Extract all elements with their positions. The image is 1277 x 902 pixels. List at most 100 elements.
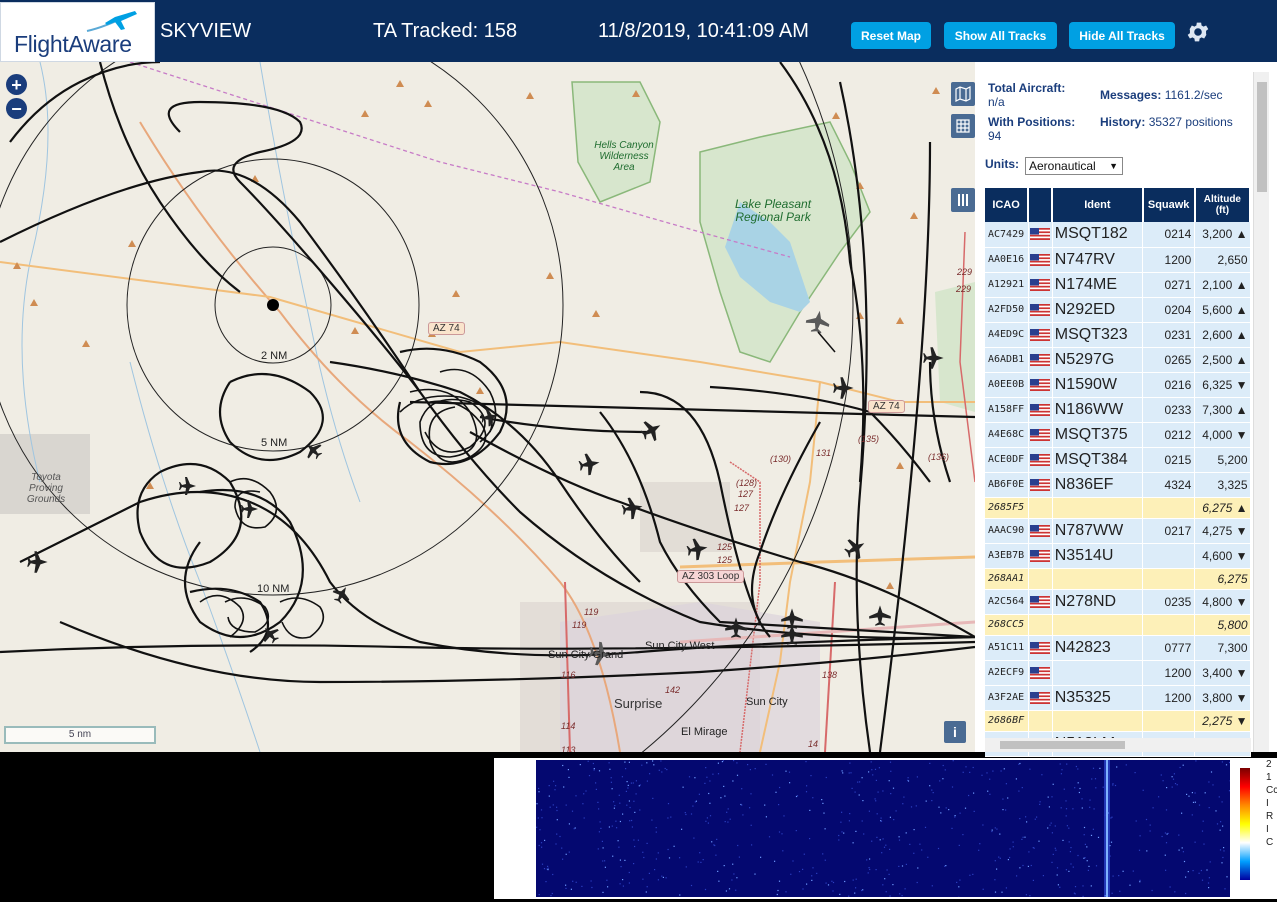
cell-icao: A2ECF9 (985, 660, 1028, 685)
shield-az74-east: AZ 74 (868, 400, 905, 413)
col-icao[interactable]: ICAO (985, 188, 1028, 222)
zoom-out-button[interactable]: − (6, 98, 27, 119)
shield-az303: AZ 303 Loop (677, 570, 744, 583)
table-row[interactable]: A3EB7BN3514U4,600 ▼ (985, 543, 1250, 568)
cell-squawk: 0231 (1143, 322, 1195, 347)
panel-vertical-scrollbar[interactable] (1253, 72, 1269, 752)
cell-icao: 2685F5 (985, 497, 1028, 518)
table-row[interactable]: 268AA16,275 (985, 568, 1250, 589)
us-flag-icon (1030, 525, 1050, 537)
us-flag-icon (1030, 692, 1050, 704)
col-squawk[interactable]: Squawk (1143, 188, 1195, 222)
table-row[interactable]: AAAC90N787WW02174,275 ▼ (985, 518, 1250, 543)
cell-squawk (1143, 543, 1195, 568)
cell-altitude: 5,800 (1195, 614, 1250, 635)
map-scale-bar: 5 nm (4, 726, 156, 744)
table-row[interactable]: 268CC5 5,800 (985, 614, 1250, 635)
table-row[interactable]: 2686BF2,275 ▼ (985, 710, 1250, 731)
scrollbar-thumb[interactable] (1257, 82, 1267, 192)
datetime: 11/8/2019, 10:41:09 AM (598, 20, 809, 43)
us-flag-icon (1030, 379, 1050, 391)
cell-ident: N292ED (1052, 297, 1142, 322)
map-icon (955, 86, 971, 102)
cell-ident: N3514U (1052, 543, 1142, 568)
tracked-count: TA Tracked: 158 (373, 20, 517, 43)
flightaware-logo[interactable]: FlightAware (0, 2, 155, 62)
us-flag-icon (1030, 254, 1050, 266)
table-row[interactable]: A6ADB1N5297G02652,500 ▲ (985, 347, 1250, 372)
cell-flag (1028, 710, 1052, 731)
cell-altitude: 4,600 ▼ (1195, 543, 1250, 568)
table-row[interactable]: A4E68CMSQT37502124,000 ▼ (985, 422, 1250, 447)
us-flag-icon (1030, 279, 1050, 291)
table-row[interactable]: 2685F5 6,275 ▲ (985, 497, 1250, 518)
shield-az74-west: AZ 74 (428, 322, 465, 335)
cell-altitude: 7,300 (1195, 635, 1250, 660)
logo-text: FlightAware (14, 31, 132, 58)
road-119: 119 (584, 607, 598, 617)
units-selected-value: Aeronautical (1029, 159, 1096, 173)
grid-toggle-button[interactable] (951, 114, 975, 138)
road-136: (136) (928, 452, 949, 462)
road-125b: 125 (717, 555, 732, 565)
hide-all-tracks-button[interactable]: Hide All Tracks (1069, 22, 1175, 49)
aircraft-table-body: AC7429MSQT18202143,200 ▲AA0E16N747RV1200… (985, 222, 1250, 756)
panel-horizontal-scrollbar[interactable] (985, 738, 1251, 752)
stat-positions-value: 94 (988, 129, 1001, 143)
waterfall-noise (536, 760, 1230, 897)
show-all-tracks-button[interactable]: Show All Tracks (944, 22, 1057, 49)
units-select[interactable]: Aeronautical▼ (1025, 157, 1123, 175)
stat-history: History: 35327 positions (1100, 115, 1240, 129)
hscrollbar-thumb[interactable] (1000, 741, 1125, 749)
table-row[interactable]: AA0E16N747RV12002,650 (985, 247, 1250, 272)
us-flag-icon (1030, 454, 1050, 466)
cell-squawk (1143, 497, 1195, 518)
waterfall-display[interactable] (536, 760, 1230, 897)
cell-altitude: 6,275 ▲ (1195, 497, 1250, 518)
cell-squawk: 1200 (1143, 247, 1195, 272)
map-info-button[interactable]: i (944, 721, 966, 743)
ring-label-5nm: 5 NM (261, 437, 287, 449)
stat-total-aircraft: Total Aircraft:n/a (988, 81, 1065, 109)
app-name: SKYVIEW (160, 20, 251, 43)
table-row[interactable]: A4ED9CMSQT32302312,600 ▲ (985, 322, 1250, 347)
table-row[interactable]: A3F2AEN3532512003,800 ▼ (985, 685, 1250, 710)
col-altitude[interactable]: Altitude (ft) (1195, 188, 1250, 222)
table-header-row: ICAO Ident Squawk Altitude (ft) (985, 188, 1250, 222)
map-view[interactable]: + − 2 NM 5 NM 10 NM Hells Canyon Wildern… (0, 62, 975, 752)
table-row[interactable]: A158FFN186WW02337,300 ▲ (985, 397, 1250, 422)
us-flag-icon (1030, 642, 1050, 654)
map-layers-button[interactable] (951, 82, 975, 106)
ring-label-2nm: 2 NM (261, 350, 287, 362)
table-row[interactable]: AC7429MSQT18202143,200 ▲ (985, 222, 1250, 247)
col-ident[interactable]: Ident (1052, 188, 1142, 222)
table-row[interactable]: ACE0DFMSQT38402155,200 (985, 447, 1250, 472)
zoom-in-button[interactable]: + (6, 74, 27, 95)
cell-icao: AA0E16 (985, 247, 1028, 272)
stat-positions-label: With Positions: (988, 115, 1075, 129)
road-229b: 229 (956, 284, 971, 294)
stat-total-label: Total Aircraft: (988, 81, 1065, 95)
waterfall-side-label: R (1266, 810, 1277, 823)
road-127b: 127 (734, 503, 749, 513)
road-135: (135) (858, 434, 879, 444)
col-flag[interactable] (1028, 188, 1052, 222)
table-row[interactable]: A2C564N278ND02354,800 ▼ (985, 589, 1250, 614)
cell-icao: A158FF (985, 397, 1028, 422)
table-row[interactable]: A51C11N4282307777,300 (985, 635, 1250, 660)
us-flag-icon (1030, 228, 1050, 240)
table-row[interactable]: AB6F0EN836EF43243,325 (985, 472, 1250, 497)
table-row[interactable]: A2FD50N292ED02045,600 ▲ (985, 297, 1250, 322)
table-row[interactable]: A0EE0BN1590W02166,325 ▼ (985, 372, 1250, 397)
cell-icao: A51C11 (985, 635, 1028, 660)
reset-map-button[interactable]: Reset Map (851, 22, 931, 49)
cell-ident: N1590W (1052, 372, 1142, 397)
cell-altitude: 3,325 (1195, 472, 1250, 497)
table-row[interactable]: A12921N174ME02712,100 ▲ (985, 272, 1250, 297)
column-toggle-button[interactable] (951, 188, 975, 212)
gear-icon[interactable] (1185, 19, 1211, 45)
table-row[interactable]: A2ECF912003,400 ▼ (985, 660, 1250, 685)
stat-messages: Messages: 1161.2/sec (1100, 88, 1223, 102)
cell-icao: 268CC5 (985, 614, 1028, 635)
cell-squawk: 0777 (1143, 635, 1195, 660)
